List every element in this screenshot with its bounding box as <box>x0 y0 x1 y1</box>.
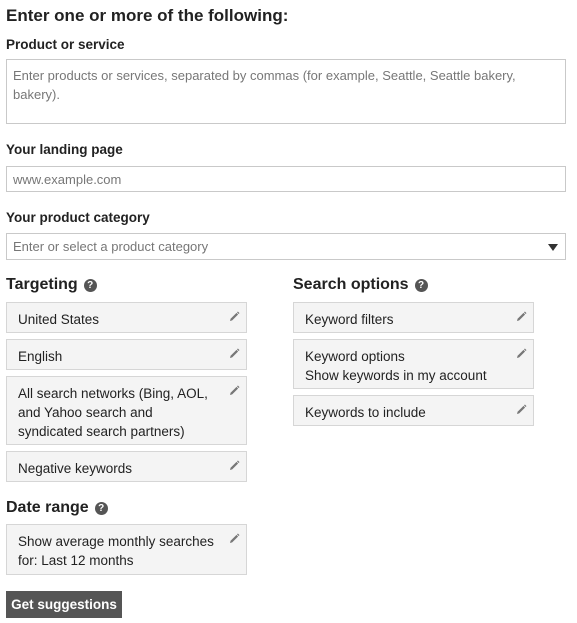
pencil-icon[interactable] <box>514 403 528 417</box>
product-input[interactable] <box>6 59 566 124</box>
targeting-language[interactable]: English <box>6 339 247 370</box>
keyword-filters[interactable]: Keyword filters <box>293 302 534 333</box>
keyword-options-subtext: Show keywords in my account <box>305 368 487 383</box>
targeting-title-text: Targeting <box>6 276 78 293</box>
pencil-icon[interactable] <box>514 310 528 324</box>
help-icon[interactable]: ? <box>414 278 428 292</box>
date-range-title: Date range ? <box>6 499 108 517</box>
help-icon[interactable]: ? <box>94 501 108 515</box>
keyword-filters-text: Keyword filters <box>305 312 394 327</box>
pencil-icon[interactable] <box>227 347 241 361</box>
landing-page-input[interactable] <box>6 166 566 192</box>
date-range-text: Show average monthly searches for: Last … <box>18 534 214 568</box>
targeting-location-text: United States <box>18 312 100 327</box>
get-suggestions-button[interactable]: Get suggestions <box>6 591 122 618</box>
pencil-icon[interactable] <box>227 310 241 324</box>
keywords-to-include-text: Keywords to include <box>305 405 426 420</box>
help-icon[interactable]: ? <box>83 278 97 292</box>
keywords-to-include[interactable]: Keywords to include <box>293 395 534 426</box>
targeting-language-text: English <box>18 349 63 364</box>
targeting-negative-keywords[interactable]: Negative keywords <box>6 451 247 482</box>
targeting-title: Targeting ? <box>6 276 97 294</box>
negative-keywords-text: Negative keywords <box>18 461 133 476</box>
page-heading: Enter one or more of the following: <box>6 6 289 25</box>
search-options-title-text: Search options <box>293 276 409 293</box>
product-category-select[interactable]: Enter or select a product category <box>6 233 566 260</box>
date-range-option[interactable]: Show average monthly searches for: Last … <box>6 524 247 575</box>
product-label: Product or service <box>6 37 125 52</box>
product-category-label: Your product category <box>6 210 150 225</box>
product-category-placeholder: Enter or select a product category <box>13 239 209 254</box>
date-range-title-text: Date range <box>6 499 89 516</box>
pencil-icon[interactable] <box>227 532 241 546</box>
targeting-networks-text: All search networks (Bing, AOL, and Yaho… <box>18 386 208 439</box>
targeting-networks[interactable]: All search networks (Bing, AOL, and Yaho… <box>6 376 247 445</box>
targeting-location[interactable]: United States <box>6 302 247 333</box>
keyword-options[interactable]: Keyword options Show keywords in my acco… <box>293 339 534 389</box>
pencil-icon[interactable] <box>227 384 241 398</box>
pencil-icon[interactable] <box>227 459 241 473</box>
landing-page-label: Your landing page <box>6 142 123 157</box>
keyword-options-text: Keyword options <box>305 349 405 364</box>
pencil-icon[interactable] <box>514 347 528 361</box>
dropdown-caret-icon[interactable] <box>548 244 558 251</box>
search-options-title: Search options ? <box>293 276 428 294</box>
